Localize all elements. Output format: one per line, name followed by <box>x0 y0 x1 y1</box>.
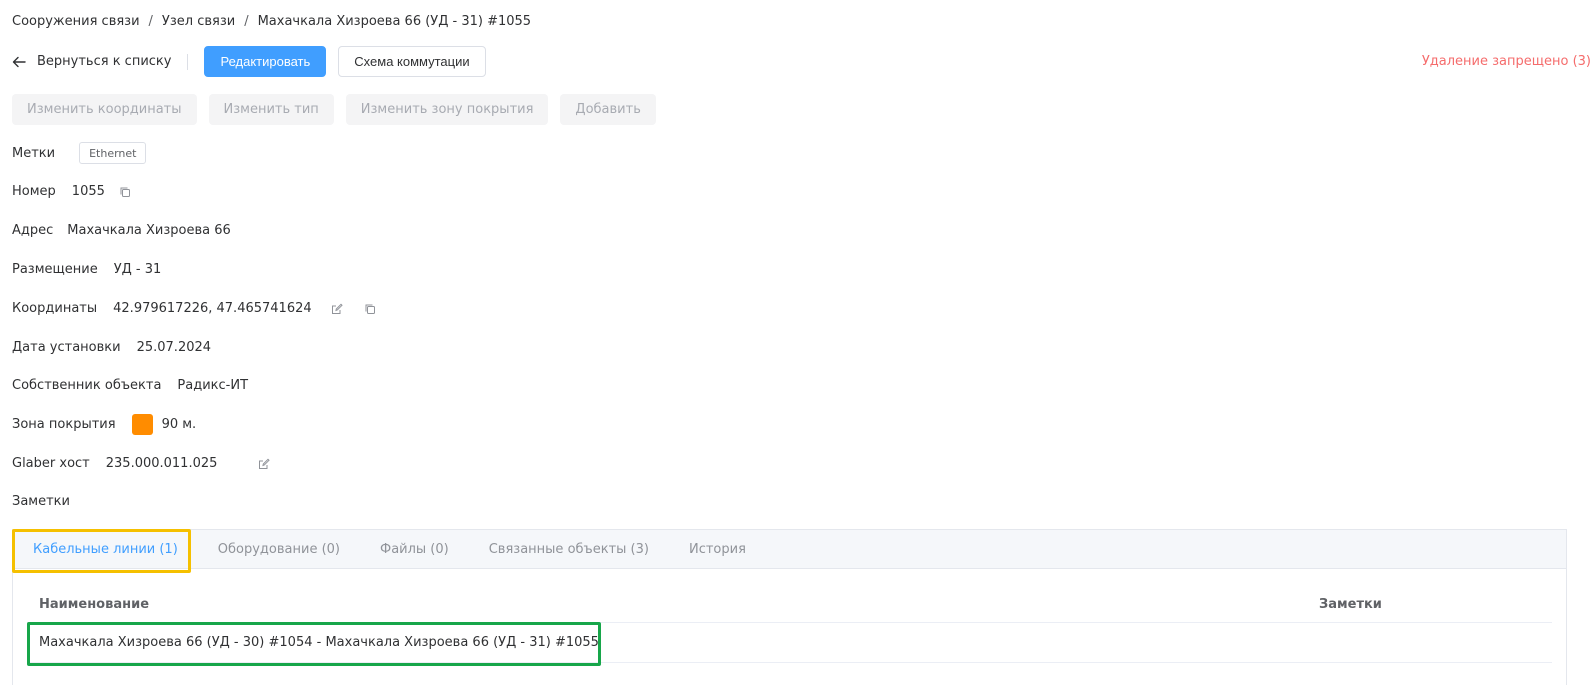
copy-icon[interactable] <box>364 303 376 315</box>
back-to-list-link[interactable]: Вернуться к списку <box>12 54 171 69</box>
breadcrumb-item-node[interactable]: Узел связи <box>162 14 235 29</box>
tab-files[interactable]: Файлы (0) <box>360 542 469 557</box>
switching-scheme-button[interactable]: Схема коммутации <box>338 46 486 77</box>
field-coordinates: Координаты 42.979617226, 47.465741624 <box>12 301 376 316</box>
field-address: Адрес Махачкала Хизроева 66 <box>12 223 231 238</box>
field-label: Glaber хост <box>12 456 90 471</box>
field-value: 42.979617226, 47.465741624 <box>113 301 312 316</box>
breadcrumb-separator: / <box>244 14 249 29</box>
coverage-color-swatch <box>131 414 153 435</box>
change-coverage-button: Изменить зону покрытия <box>345 94 549 125</box>
cable-lines-table: Наименование Заметки Махачкала Хизроева … <box>27 586 1552 666</box>
tag-badge: Ethernet <box>79 142 147 164</box>
field-notes: Заметки <box>12 494 86 509</box>
page: Сооружения связи / Узел связи / Махачкал… <box>0 0 1591 685</box>
field-tags: Метки Ethernet <box>12 142 147 164</box>
tab-history[interactable]: История <box>669 542 766 557</box>
breadcrumb-separator: / <box>148 14 153 29</box>
field-label: Размещение <box>12 262 98 277</box>
field-install-date: Дата установки 25.07.2024 <box>12 340 211 355</box>
edit-icon[interactable] <box>258 458 271 470</box>
field-placement: Размещение УД - 31 <box>12 262 161 277</box>
cable-line-name[interactable]: Махачкала Хизроева 66 (УД - 30) #1054 - … <box>39 635 599 650</box>
arrow-left-icon <box>12 56 26 67</box>
breadcrumb-item-structures[interactable]: Сооружения связи <box>12 14 140 29</box>
tab-cable-lines[interactable]: Кабельные линии (1) <box>13 542 198 557</box>
field-value: 90 м. <box>161 417 197 432</box>
field-owner: Собственник объекта Радикс-ИТ <box>12 378 248 393</box>
secondary-actions: Изменить координаты Изменить тип Изменит… <box>12 94 668 125</box>
field-label: Номер <box>12 184 56 199</box>
column-header-notes[interactable]: Заметки <box>1319 597 1382 612</box>
field-label: Адрес <box>12 223 54 238</box>
change-coordinates-button: Изменить координаты <box>12 94 197 125</box>
field-value: 1055 <box>71 184 105 199</box>
tab-equipment[interactable]: Оборудование (0) <box>198 542 360 557</box>
field-coverage: Зона покрытия 90 м. <box>12 414 196 435</box>
field-value: УД - 31 <box>113 262 162 277</box>
field-value: 235.000.011.025 <box>105 456 218 471</box>
copy-icon[interactable] <box>119 186 131 198</box>
field-glaber-host: Glaber хост 235.000.011.025 <box>12 456 271 471</box>
tabs-panel: Кабельные линии (1) Оборудование (0) Фай… <box>12 529 1567 685</box>
field-label: Координаты <box>12 301 98 316</box>
field-number: Номер 1055 <box>12 184 131 199</box>
breadcrumb-item-current: Махачкала Хизроева 66 (УД - 31) #1055 <box>257 14 532 29</box>
field-value: 25.07.2024 <box>136 340 212 355</box>
breadcrumb: Сооружения связи / Узел связи / Махачкал… <box>12 14 531 29</box>
table-header-row: Наименование Заметки <box>27 586 1552 623</box>
field-label: Собственник объекта <box>12 378 162 393</box>
table-row[interactable]: Махачкала Хизроева 66 (УД - 30) #1054 - … <box>27 623 1552 663</box>
delete-forbidden-note: Удаление запрещено (3) <box>1421 54 1591 69</box>
field-value: Махачкала Хизроева 66 <box>67 223 231 238</box>
field-label: Зона покрытия <box>12 417 116 432</box>
action-toolbar: Вернуться к списку Редактировать Схема к… <box>12 46 1591 77</box>
field-label: Дата установки <box>12 340 121 355</box>
edit-icon[interactable] <box>331 303 343 315</box>
field-value: Радикс-ИТ <box>177 378 249 393</box>
add-button: Добавить <box>560 94 656 125</box>
tabs-header: Кабельные линии (1) Оборудование (0) Фай… <box>13 530 1566 569</box>
field-label: Заметки <box>12 494 70 509</box>
tab-related-objects[interactable]: Связанные объекты (3) <box>469 542 669 557</box>
back-to-list-label: Вернуться к списку <box>37 54 172 69</box>
field-label: Метки <box>12 145 56 161</box>
edit-button[interactable]: Редактировать <box>204 46 327 77</box>
column-header-name[interactable]: Наименование <box>39 597 149 612</box>
toolbar-divider <box>187 53 189 70</box>
change-type-button: Изменить тип <box>208 94 334 125</box>
